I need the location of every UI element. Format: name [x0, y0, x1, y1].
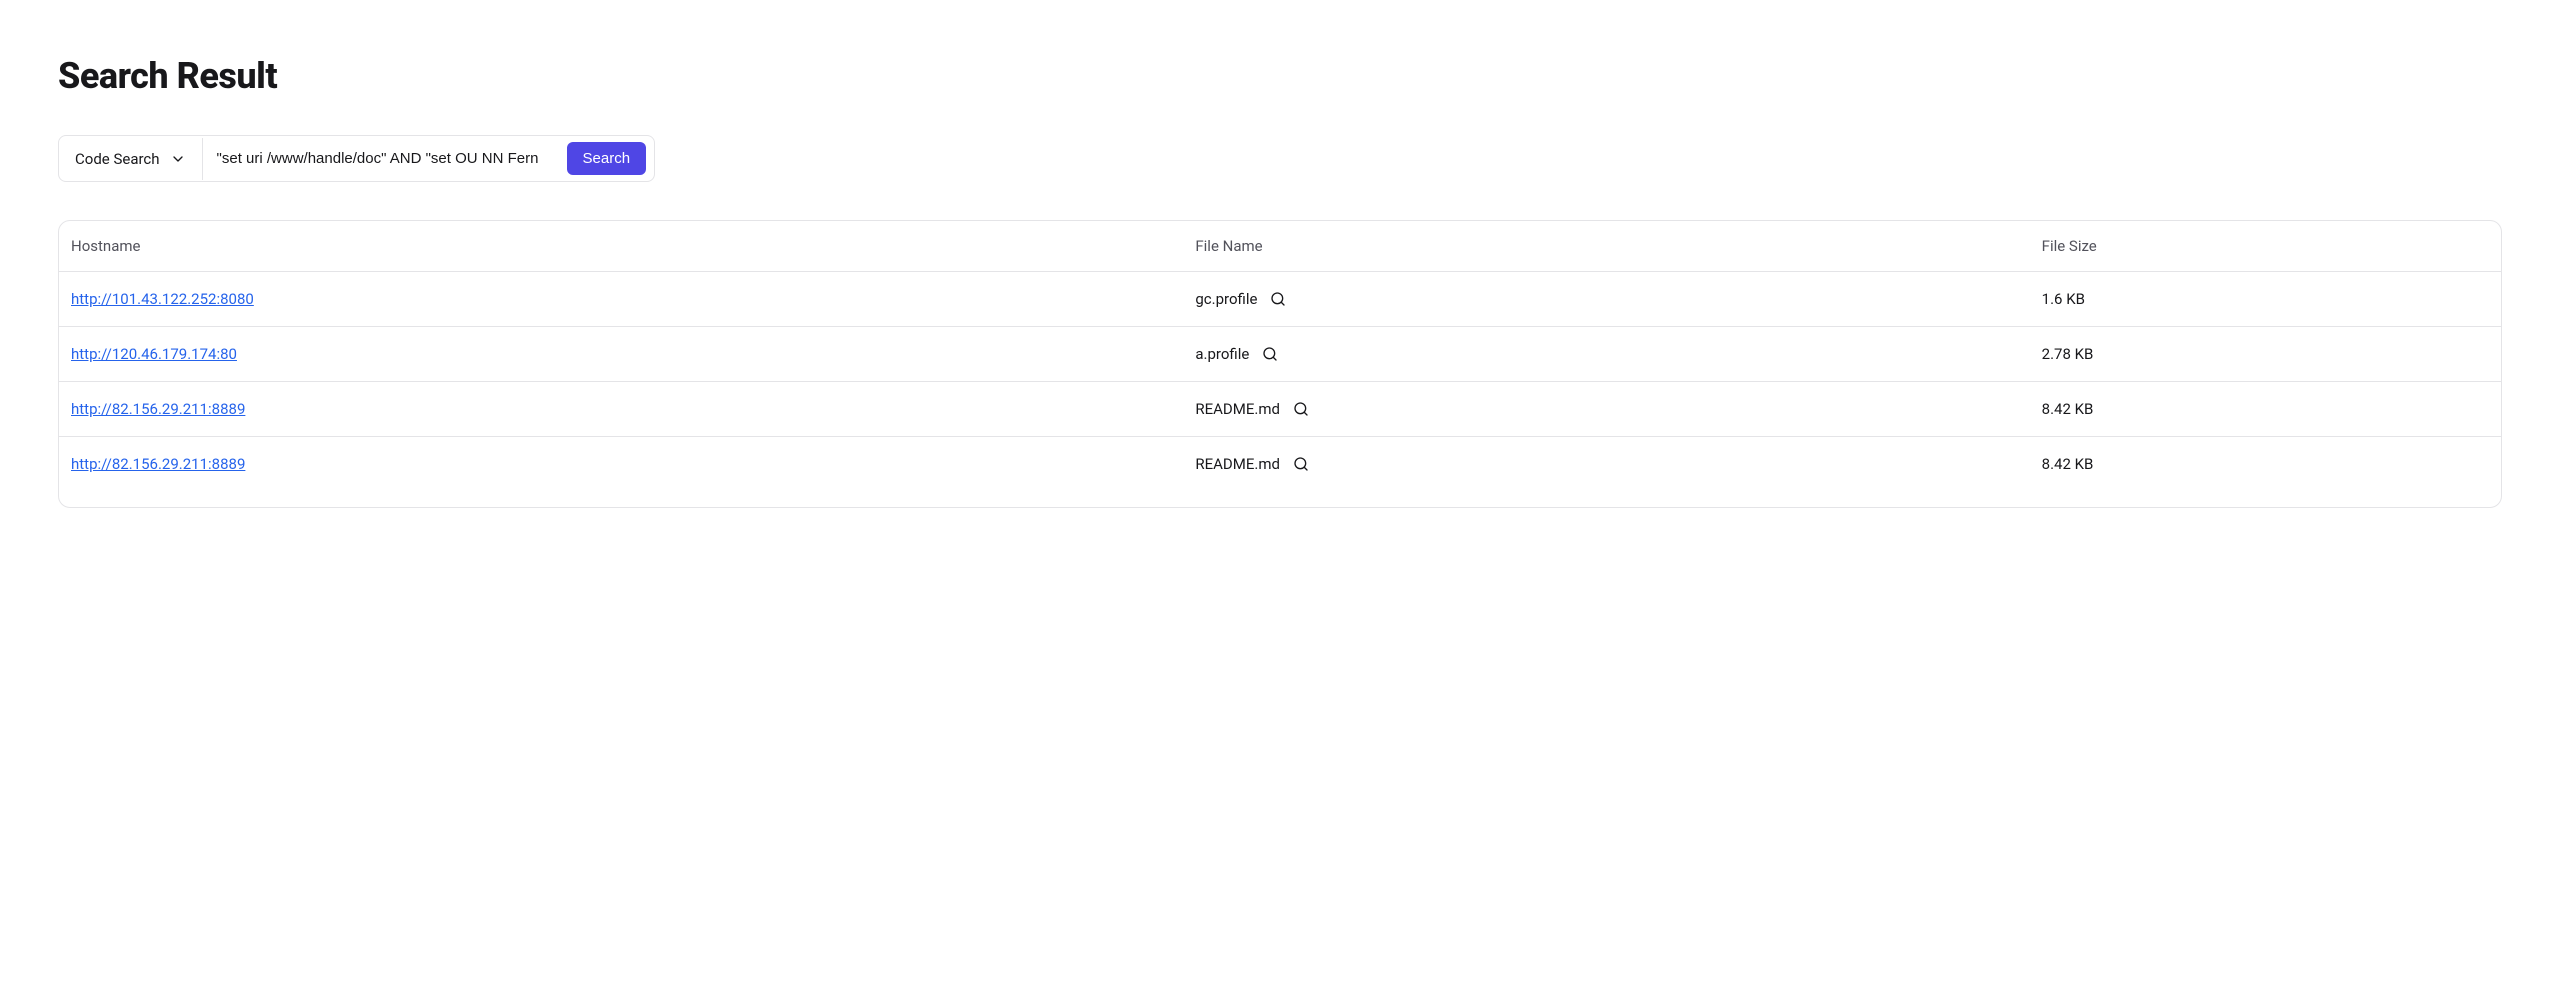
page-title: Search Result: [58, 55, 2502, 97]
search-icon[interactable]: [1269, 290, 1287, 308]
filename-text: README.md: [1195, 400, 1280, 418]
filesize-text: 1.6 KB: [2042, 290, 2489, 308]
hostname-link[interactable]: http://120.46.179.174:80: [71, 345, 237, 363]
table-header: Hostname File Name File Size: [59, 221, 2501, 272]
column-header-filesize: File Size: [2042, 237, 2489, 255]
column-header-hostname: Hostname: [71, 237, 1195, 255]
search-input[interactable]: [203, 138, 553, 179]
search-icon[interactable]: [1292, 455, 1310, 473]
filename-text: gc.profile: [1195, 290, 1257, 308]
search-icon[interactable]: [1292, 400, 1310, 418]
search-button[interactable]: Search: [567, 142, 647, 175]
search-bar: Code Search Search: [58, 135, 655, 182]
filesize-text: 8.42 KB: [2042, 400, 2489, 418]
chevron-down-icon: [170, 151, 186, 167]
filesize-text: 8.42 KB: [2042, 455, 2489, 473]
search-type-label: Code Search: [75, 150, 160, 168]
filename-text: a.profile: [1195, 345, 1249, 363]
filename-text: README.md: [1195, 455, 1280, 473]
results-table: Hostname File Name File Size http://101.…: [58, 220, 2502, 508]
table-row: http://101.43.122.252:8080 gc.profile 1.…: [59, 272, 2501, 327]
hostname-link[interactable]: http://82.156.29.211:8889: [71, 455, 245, 473]
search-type-dropdown[interactable]: Code Search: [59, 138, 203, 180]
search-icon[interactable]: [1261, 345, 1279, 363]
column-header-filename: File Name: [1195, 237, 2041, 255]
hostname-link[interactable]: http://101.43.122.252:8080: [71, 290, 254, 308]
hostname-link[interactable]: http://82.156.29.211:8889: [71, 400, 245, 418]
table-row: http://82.156.29.211:8889 README.md 8.42…: [59, 437, 2501, 507]
filesize-text: 2.78 KB: [2042, 345, 2489, 363]
table-row: http://82.156.29.211:8889 README.md 8.42…: [59, 382, 2501, 437]
table-row: http://120.46.179.174:80 a.profile 2.78 …: [59, 327, 2501, 382]
